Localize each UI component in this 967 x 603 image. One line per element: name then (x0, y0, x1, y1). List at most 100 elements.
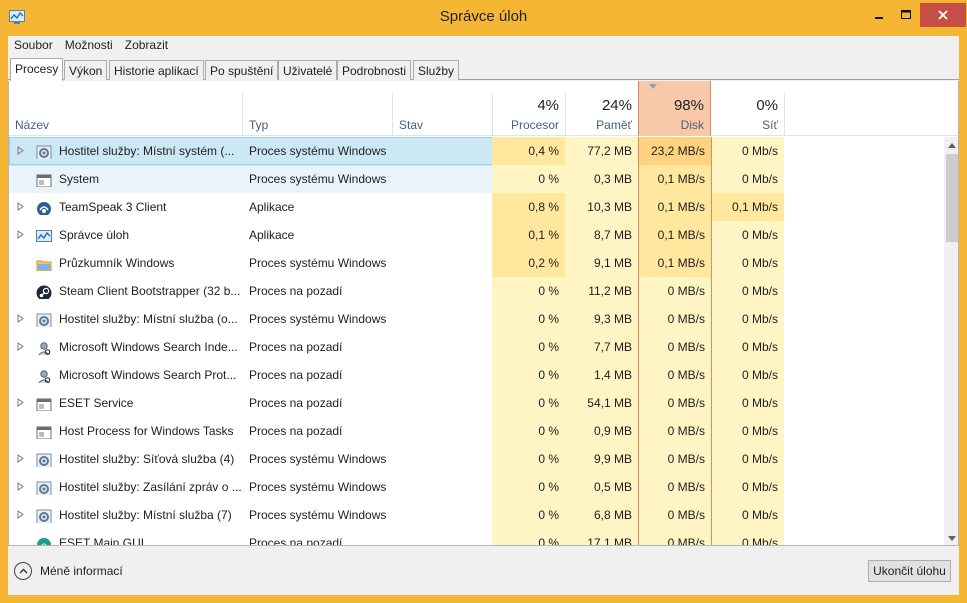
net-value: 0 Mb/s (711, 501, 784, 529)
col-name-label: Název (15, 118, 50, 132)
menu-options[interactable]: Možnosti (59, 36, 119, 54)
eset-icon: e (36, 535, 52, 545)
mem-value: 54,1 MB (565, 389, 638, 417)
net-value: 0 Mb/s (711, 417, 784, 445)
process-type: Aplikace (249, 228, 295, 242)
mem-value: 9,1 MB (565, 249, 638, 277)
expand-arrow-icon[interactable] (17, 193, 31, 221)
process-name: Microsoft Windows Search Prot... (59, 368, 237, 382)
scroll-up-button[interactable] (944, 137, 958, 153)
disk-value: 0,1 MB/s (638, 193, 711, 221)
cpu-value: 0,8 % (492, 193, 565, 221)
vertical-scrollbar[interactable] (944, 137, 958, 545)
process-name: Hostitel služby: Síťová služba (4) (59, 452, 235, 466)
process-type: Proces na pozadí (249, 424, 343, 438)
gear-icon (36, 451, 52, 467)
process-row[interactable]: ESET Service Proces na pozadí 0 % 54,1 MB 0 … (9, 389, 944, 417)
process-row[interactable]: Microsoft Windows Search Prot... Proces n… (9, 361, 944, 389)
process-row[interactable]: Hostitel služby: Zasílání zpráv o ... Pro… (9, 473, 944, 501)
process-row[interactable]: Správce úloh Aplikace 0,1 % 8,7 MB 0,1 MB/s 0… (9, 221, 944, 249)
minimize-button[interactable] (866, 4, 892, 26)
disk-total: 98% (673, 97, 704, 114)
net-value: 0 Mb/s (711, 305, 784, 333)
chevron-up-icon (14, 562, 32, 580)
mem-value: 9,3 MB (565, 305, 638, 333)
tab-startup[interactable]: Po spuštění (205, 60, 279, 80)
col-disk-label: Disk (680, 118, 704, 132)
process-type: Proces na pozadí (249, 284, 343, 298)
mem-value: 0,5 MB (565, 473, 638, 501)
net-value: 0 Mb/s (711, 333, 784, 361)
net-value: 0 Mb/s (711, 389, 784, 417)
col-net-header[interactable]: 0% Síť (712, 93, 784, 136)
net-total: 0% (756, 97, 778, 114)
cpu-value: 0,4 % (492, 137, 565, 165)
col-mem-label: Paměť (596, 118, 632, 132)
process-name: Hostitel služby: Zasílání zpráv o ... (59, 480, 242, 494)
close-button[interactable] (920, 3, 966, 27)
tab-app-history[interactable]: Historie aplikací (109, 60, 204, 80)
col-mem-header[interactable]: 24% Paměť (566, 93, 638, 136)
menu-view[interactable]: Zobrazit (119, 36, 174, 54)
expand-arrow-icon[interactable] (17, 137, 31, 165)
process-row[interactable]: Steam Client Bootstrapper (32 b... Proces… (9, 277, 944, 305)
process-row[interactable]: Hostitel služby: Síťová služba (4) Proces… (9, 445, 944, 473)
cpu-value: 0 % (492, 501, 565, 529)
net-value: 0 Mb/s (711, 137, 784, 165)
process-row[interactable]: TeamSpeak 3 Client Aplikace 0,8 % 10,3 MB 0,… (9, 193, 944, 221)
expand-arrow-icon[interactable] (17, 333, 31, 361)
menu-file[interactable]: Soubor (8, 36, 59, 54)
cpu-total: 4% (537, 97, 559, 114)
col-type-header[interactable]: Typ (243, 93, 393, 136)
process-row[interactable]: System Proces systému Windows 0 % 0,3 MB 0,1… (9, 165, 944, 193)
scroll-down-button[interactable] (944, 530, 958, 545)
col-disk-header[interactable]: 98% Disk (638, 81, 711, 136)
process-row[interactable]: Hostitel služby: Místní služba (7) Proces… (9, 501, 944, 529)
tab-users[interactable]: Uživatelé (278, 60, 338, 80)
disk-value: 0,1 MB/s (638, 221, 711, 249)
processes-panel: Název Typ Stav 4% Procesor 24% Paměť 98%… (8, 81, 959, 546)
process-type: Proces systému Windows (249, 256, 387, 270)
expand-arrow-icon[interactable] (17, 389, 31, 417)
process-row[interactable]: Host Process for Windows Tasks Proces na … (9, 417, 944, 445)
expand-arrow-icon[interactable] (17, 473, 31, 501)
column-header: Název Typ Stav 4% Procesor 24% Paměť 98%… (9, 81, 958, 136)
cpu-value: 0 % (492, 305, 565, 333)
col-cpu-header[interactable]: 4% Procesor (493, 93, 565, 136)
net-value: 0 Mb/s (711, 361, 784, 389)
column-divider[interactable] (784, 93, 785, 136)
process-row[interactable]: e ESET Main GUI Proces na pozadí 0 %17,1 MB… (9, 529, 944, 545)
col-name-header[interactable]: Název (9, 93, 242, 136)
cpu-value: 0 % (492, 389, 565, 417)
title-bar[interactable]: Správce úloh (0, 0, 967, 36)
process-row[interactable]: Hostitel služby: Místní služba (o... Proc… (9, 305, 944, 333)
disk-column-border (711, 137, 712, 545)
process-type: Proces na pozadí (249, 368, 343, 382)
disk-value: 0 MB/s (638, 445, 711, 473)
expand-arrow-icon[interactable] (17, 501, 31, 529)
col-type-label: Typ (249, 118, 269, 132)
task-manager-window: Správce úloh Soubor Možnosti Zobrazit Pr… (0, 0, 967, 603)
tab-performance[interactable]: Výkon (64, 60, 108, 80)
disk-column-border (638, 137, 639, 545)
tab-services[interactable]: Služby (413, 60, 460, 80)
maximize-button[interactable] (893, 4, 919, 26)
sort-arrow-icon (649, 84, 657, 89)
process-row[interactable]: Microsoft Windows Search Inde... Proces n… (9, 333, 944, 361)
net-value: 0,1 Mb/s (711, 193, 784, 221)
col-status-header[interactable]: Stav (393, 93, 492, 136)
process-row[interactable]: Průzkumník Windows Proces systému Windows… (9, 249, 944, 277)
expand-arrow-icon[interactable] (17, 221, 31, 249)
scroll-thumb[interactable] (946, 154, 958, 242)
process-row[interactable]: Hostitel služby: Místní systém (... Proce… (9, 137, 944, 165)
fewer-details-link[interactable]: Méně informací (14, 562, 123, 580)
tab-details[interactable]: Podrobnosti (337, 60, 412, 80)
tab-processes[interactable]: Procesy (10, 58, 64, 81)
expand-arrow-icon[interactable] (17, 305, 31, 333)
process-type: Proces systému Windows (249, 508, 387, 522)
process-name: System (59, 172, 100, 186)
cpu-value: 0 % (492, 361, 565, 389)
end-task-button[interactable]: Ukončit úlohu (868, 560, 951, 582)
window-icon (36, 423, 52, 439)
expand-arrow-icon[interactable] (17, 445, 31, 473)
